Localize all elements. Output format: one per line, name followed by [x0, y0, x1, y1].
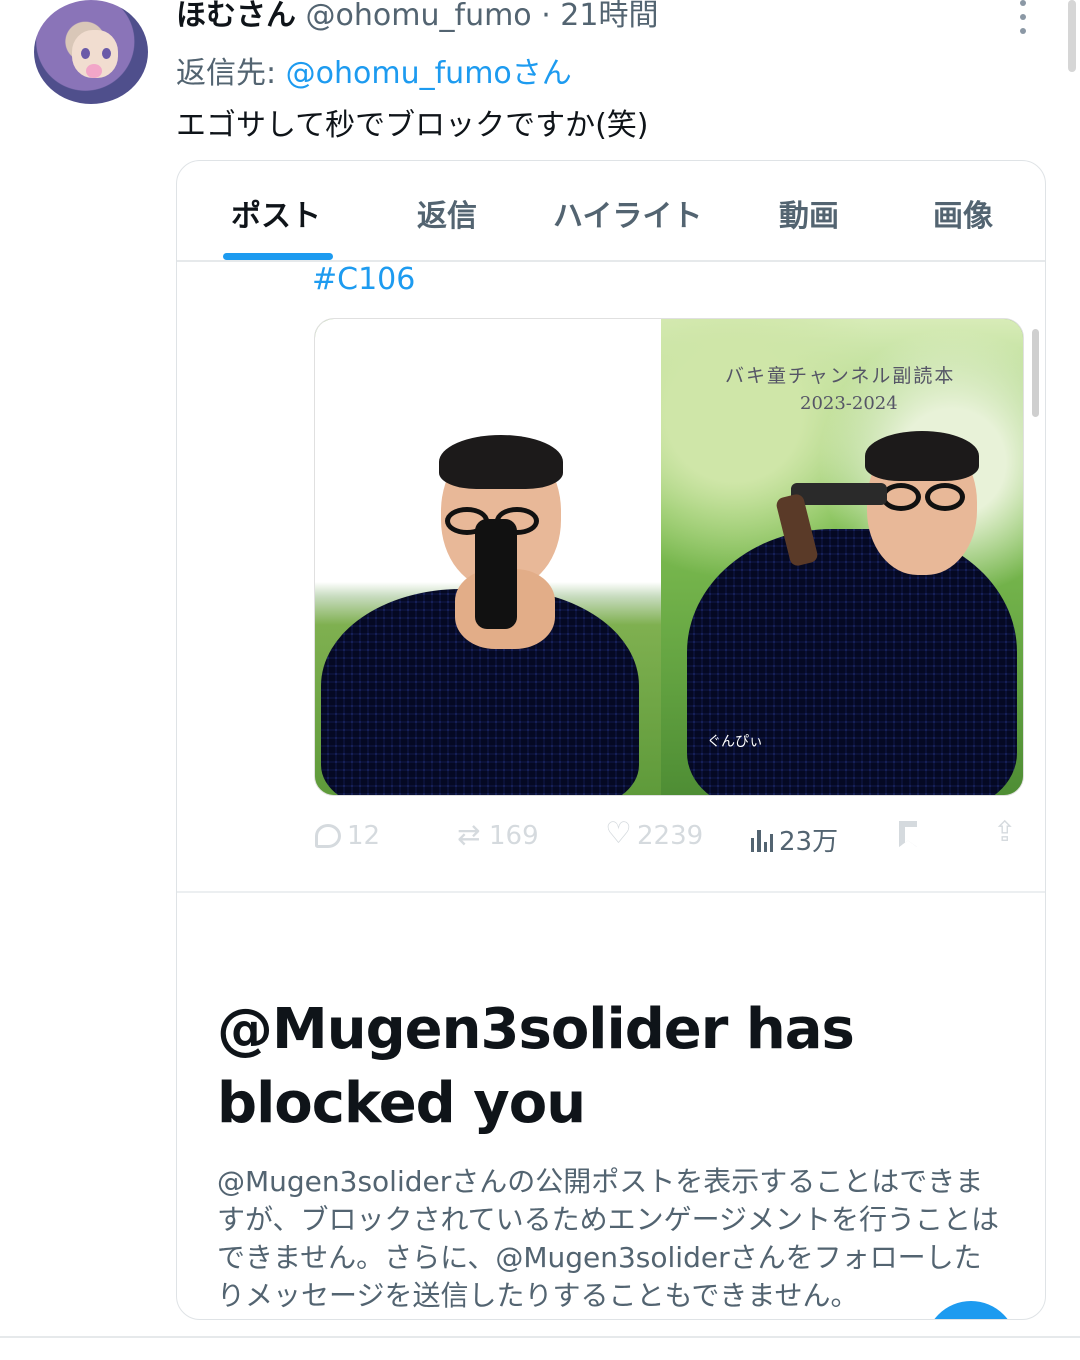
display-name[interactable]: ほむさん	[176, 0, 296, 33]
repost-icon	[457, 818, 483, 851]
heart-icon	[605, 816, 632, 851]
active-tab-indicator	[223, 253, 333, 260]
glasses	[881, 483, 921, 511]
views-action[interactable]: 23万	[751, 821, 838, 858]
views-count: 23万	[779, 827, 839, 857]
avatar-eye	[102, 48, 111, 59]
more-options-icon[interactable]	[1016, 0, 1030, 34]
repost-count: 169	[489, 821, 539, 851]
handle-and-time[interactable]: @ohomu_fumo · 21時間	[306, 0, 659, 33]
bookmark-icon	[899, 821, 917, 847]
tab-videos[interactable]: 動画	[779, 191, 839, 235]
share-icon	[993, 815, 1019, 848]
tweet-header: ほむさん @ohomu_fumo · 21時間	[176, 0, 658, 34]
reply-prefix: 返信先:	[176, 56, 286, 91]
tweet-text: エゴサして秒でブロックですか(笑)	[176, 108, 649, 143]
like-action[interactable]: 2239	[605, 816, 704, 851]
blocked-description: @Mugen3soliderさんの公開ポストを表示することはできますが、ブロック…	[217, 1165, 1000, 1312]
revolver	[475, 519, 517, 629]
person-shirt	[687, 529, 1017, 795]
avatar-eye	[81, 48, 90, 59]
tab-posts[interactable]: ポスト	[231, 191, 321, 235]
like-count: 2239	[637, 821, 704, 851]
tab-highlights[interactable]: ハイライト	[553, 191, 702, 235]
reply-to-link[interactable]: @ohomu_fumoさん	[286, 56, 572, 91]
tweet-actions: 12 169 2239 23万	[177, 815, 1045, 861]
repost-action[interactable]: 169	[457, 818, 539, 851]
profile-tabs: ポスト 返信 ハイライト 動画 画像	[177, 161, 1045, 262]
book-years: 2023-2024	[800, 393, 898, 414]
bookmark-action[interactable]	[899, 821, 917, 847]
bottom-divider	[0, 1336, 1080, 1338]
glasses	[925, 483, 965, 511]
reply-count: 12	[347, 821, 381, 851]
share-action[interactable]	[993, 815, 1019, 848]
reply-icon	[315, 824, 341, 848]
views-chart-icon	[751, 828, 773, 852]
blocked-heading: @Mugen3solider has blocked you	[217, 997, 855, 1136]
avatar-pacifier	[86, 64, 102, 78]
book-title: バキ童チャンネル副読本	[725, 365, 956, 387]
reply-to-line: 返信先: @ohomu_fumoさん	[176, 48, 572, 92]
embedded-scrollbar[interactable]	[1032, 329, 1039, 417]
revolver	[791, 483, 887, 505]
person-hair	[865, 431, 979, 481]
reply-action[interactable]: 12	[315, 821, 380, 851]
person-hair	[439, 435, 563, 489]
tweet-photo[interactable]: バキ童チャンネル副読本 2023-2024 ぐんぴぃ	[314, 318, 1024, 796]
user-avatar[interactable]	[34, 0, 148, 104]
tab-images[interactable]: 画像	[933, 191, 993, 235]
hashtag-link[interactable]: #C106	[312, 262, 415, 297]
tab-replies[interactable]: 返信	[417, 191, 477, 235]
page-scrollbar[interactable]	[1068, 0, 1076, 72]
embedded-screenshot[interactable]: ポスト 返信 ハイライト 動画 画像 #C106 バキ童チャンネル副読本 202…	[176, 160, 1046, 1320]
divider	[177, 891, 1045, 893]
book-author: ぐんぴぃ	[707, 734, 763, 750]
